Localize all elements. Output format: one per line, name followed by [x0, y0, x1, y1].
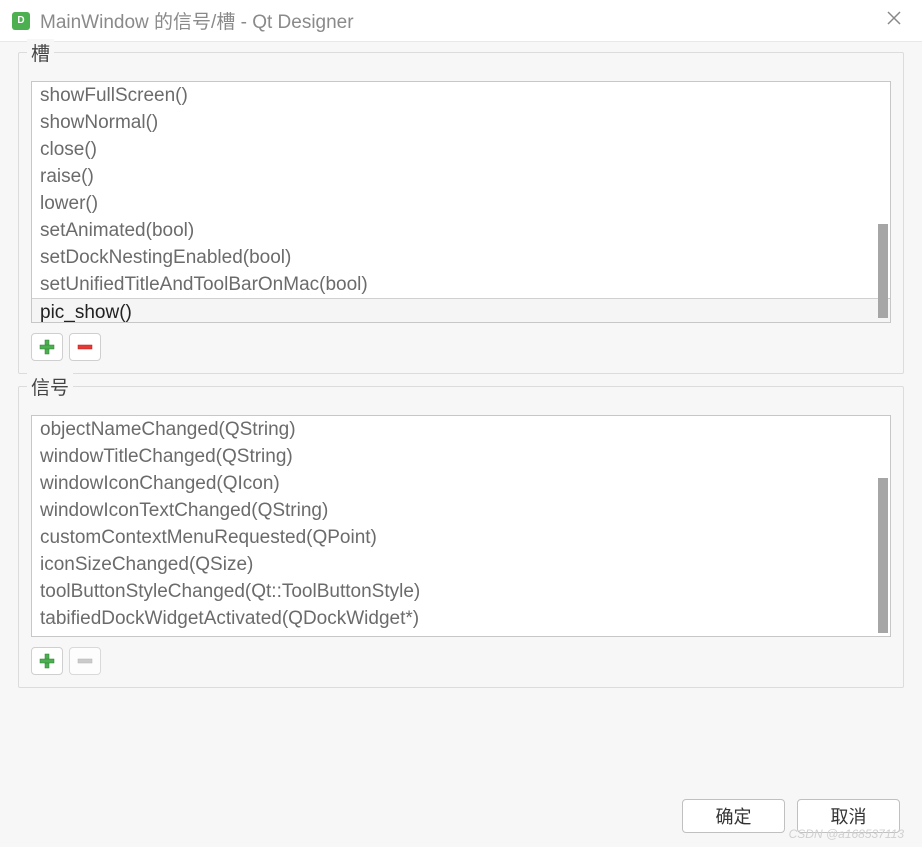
- signals-list[interactable]: objectNameChanged(QString)windowTitleCha…: [31, 415, 891, 637]
- list-item[interactable]: showNormal(): [32, 109, 890, 136]
- slots-button-row: [31, 333, 891, 361]
- list-item[interactable]: pic_show(): [32, 298, 890, 323]
- signals-button-row: [31, 647, 891, 675]
- minus-icon: [77, 339, 93, 355]
- list-item[interactable]: setUnifiedTitleAndToolBarOnMac(bool): [32, 271, 890, 298]
- window-title: MainWindow 的信号/槽 - Qt Designer: [40, 7, 878, 34]
- slots-list[interactable]: showFullScreen()showNormal()close()raise…: [31, 81, 891, 323]
- list-item[interactable]: setDockNestingEnabled(bool): [32, 244, 890, 271]
- list-item[interactable]: close(): [32, 136, 890, 163]
- list-item[interactable]: customContextMenuRequested(QPoint): [32, 524, 890, 551]
- scrollbar[interactable]: [874, 84, 888, 320]
- slots-group: 槽 showFullScreen()showNormal()close()rai…: [18, 52, 904, 374]
- add-slot-button[interactable]: [31, 333, 63, 361]
- slots-label: 槽: [27, 39, 54, 66]
- scrollbar-thumb[interactable]: [878, 224, 888, 318]
- list-item[interactable]: raise(): [32, 163, 890, 190]
- plus-icon: [39, 653, 55, 669]
- app-icon: D: [12, 12, 30, 30]
- remove-slot-button[interactable]: [69, 333, 101, 361]
- list-item[interactable]: windowIconChanged(QIcon): [32, 470, 890, 497]
- scrollbar[interactable]: [874, 418, 888, 634]
- minus-icon: [77, 653, 93, 669]
- list-item[interactable]: lower(): [32, 190, 890, 217]
- list-item[interactable]: windowTitleChanged(QString): [32, 443, 890, 470]
- list-item[interactable]: showFullScreen(): [32, 82, 890, 109]
- dialog-body: 槽 showFullScreen()showNormal()close()rai…: [0, 42, 922, 847]
- scrollbar-thumb[interactable]: [878, 478, 888, 633]
- add-signal-button[interactable]: [31, 647, 63, 675]
- list-item[interactable]: windowIconTextChanged(QString): [32, 497, 890, 524]
- list-item[interactable]: setAnimated(bool): [32, 217, 890, 244]
- remove-signal-button[interactable]: [69, 647, 101, 675]
- dialog-button-row: 确定 取消: [18, 785, 904, 847]
- list-item[interactable]: objectNameChanged(QString): [32, 416, 890, 443]
- ok-button[interactable]: 确定: [682, 799, 785, 833]
- close-icon[interactable]: [878, 5, 910, 36]
- list-item[interactable]: toolButtonStyleChanged(Qt::ToolButtonSty…: [32, 578, 890, 605]
- list-item[interactable]: iconSizeChanged(QSize): [32, 551, 890, 578]
- list-item[interactable]: tabifiedDockWidgetActivated(QDockWidget*…: [32, 605, 890, 632]
- signals-label: 信号: [27, 373, 73, 400]
- cancel-button[interactable]: 取消: [797, 799, 900, 833]
- signals-group: 信号 objectNameChanged(QString)windowTitle…: [18, 386, 904, 688]
- titlebar: D MainWindow 的信号/槽 - Qt Designer: [0, 0, 922, 42]
- plus-icon: [39, 339, 55, 355]
